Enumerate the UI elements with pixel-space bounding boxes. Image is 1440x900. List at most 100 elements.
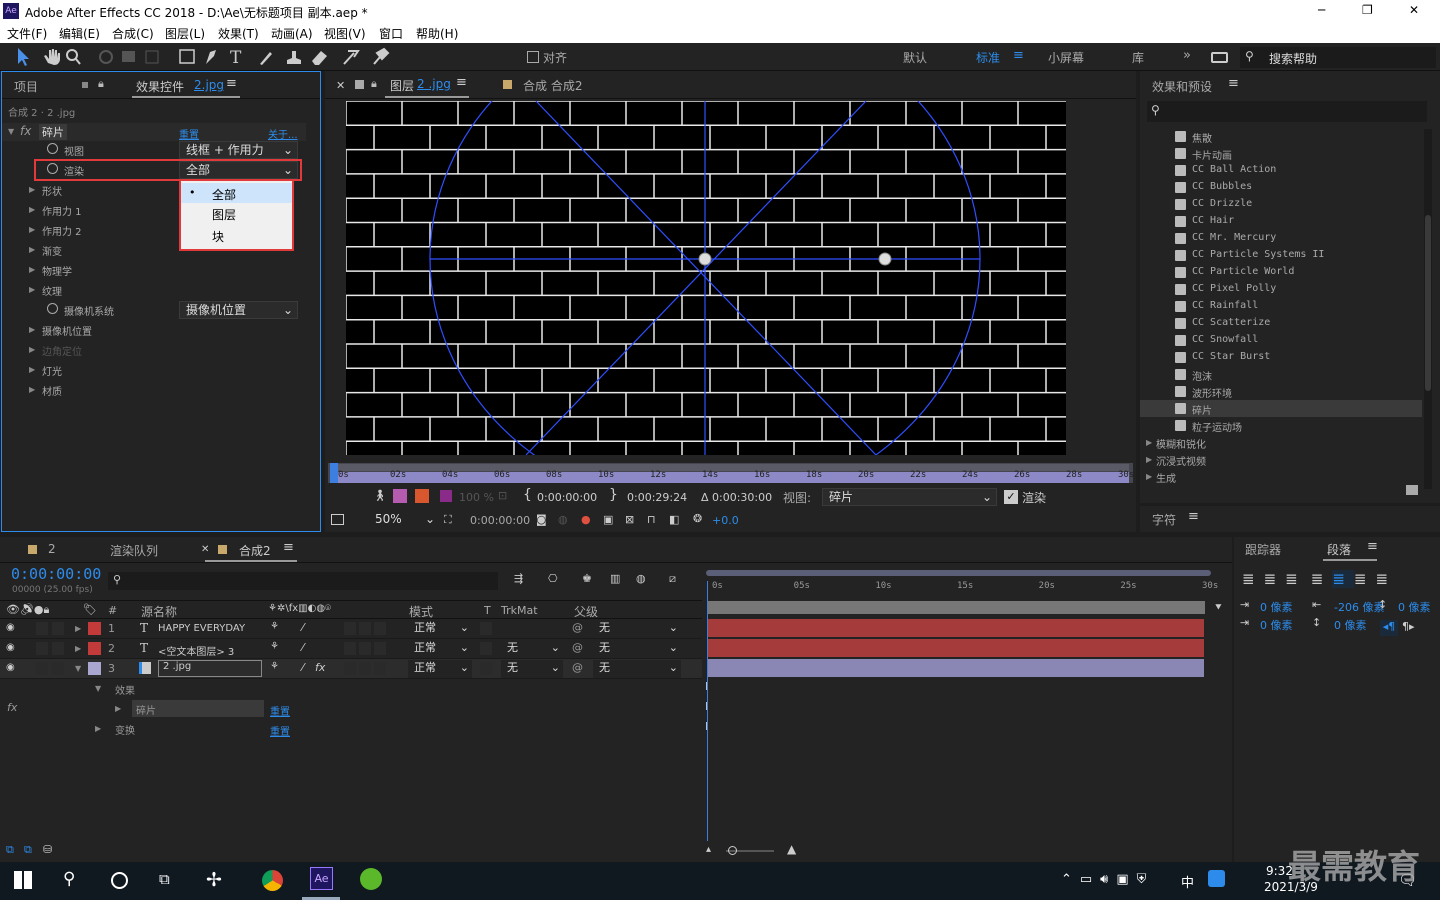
label-color-swatch[interactable] <box>88 622 101 635</box>
slider-thumb[interactable] <box>728 846 737 855</box>
effect-item[interactable]: 焦散 <box>1140 128 1422 145</box>
parent-dropdown[interactable]: 无 ⌄ <box>593 620 681 638</box>
in-point-icon[interactable]: { <box>523 487 532 503</box>
expand-group-icon[interactable]: ▶ <box>29 325 35 334</box>
comp-mini-flowchart-icon[interactable]: ⇶ <box>514 572 523 585</box>
force-2-handle[interactable] <box>878 252 892 266</box>
expand-effects-icon[interactable]: ▼ <box>95 684 101 693</box>
menu-animation[interactable]: 动画(A) <box>271 25 313 42</box>
show-snapshot-icon[interactable]: ◍ <box>558 513 568 526</box>
mask-visibility-icon[interactable]: ◧ <box>669 513 679 526</box>
property-row[interactable]: ▶ 变换 重置 <box>0 719 702 739</box>
tab-paragraph[interactable]: 段落 <box>1327 541 1351 558</box>
help-search[interactable]: ⚲ 搜索帮助 <box>1240 47 1436 68</box>
transparency-grid-icon[interactable]: ⊠ <box>625 513 634 526</box>
preserve-transparency-box[interactable] <box>480 622 492 635</box>
out-point-icon[interactable]: } <box>609 487 618 503</box>
layer-time-ruler[interactable]: 0s 02s 04s 06s 08s 10s 12s 14s 16s 18s 20s 22s 24s 26… <box>328 463 1134 483</box>
align-checkbox[interactable] <box>527 51 539 63</box>
prop-dropdown[interactable]: 线框 + 作用力 ⌄ <box>179 141 298 159</box>
expand-group-icon[interactable]: ▶ <box>29 225 35 234</box>
exposure-value[interactable]: +0.0 <box>712 514 739 527</box>
effect-item[interactable]: 卡片动画 <box>1140 145 1422 162</box>
stopwatch-icon[interactable] <box>47 303 58 314</box>
snapshot-icon[interactable]: ◙ <box>536 513 547 526</box>
in-out-columns-icon[interactable]: ⛁ <box>43 843 52 856</box>
effect-item[interactable]: 泡沫 <box>1140 366 1422 383</box>
reset-exposure-icon[interactable]: ❂ <box>693 512 702 525</box>
prop-dropdown[interactable]: 摄像机位置 ⌄ <box>179 301 298 319</box>
task-view-icon[interactable]: ⧉ <box>159 870 170 888</box>
fx-icon[interactable]: fx <box>20 124 31 138</box>
after-effects-taskbar-icon[interactable]: Ae <box>310 867 333 890</box>
timeline-zoom-slider[interactable] <box>726 846 774 855</box>
menu-help[interactable]: 帮助(H) <box>416 25 458 42</box>
panel-menu-icon[interactable]: ≡ <box>283 540 294 555</box>
current-time[interactable]: 0:00:00:00 <box>470 514 530 527</box>
ime-indicator[interactable]: 中 <box>1181 872 1194 891</box>
expand-group-icon[interactable]: ▶ <box>29 205 35 214</box>
transform-reset-link[interactable]: 重置 <box>270 723 290 738</box>
menu-view[interactable]: 视图(V) <box>324 25 366 42</box>
lock-icon[interactable]: 🔒︎ <box>98 77 104 91</box>
prop-row-1[interactable]: 视图 线框 + 作用力 ⌄ <box>2 140 306 160</box>
mode-dropdown[interactable]: 正常 ⌄ <box>408 620 472 638</box>
zoom-in-icon[interactable]: ▲ <box>787 842 796 856</box>
visibility-eye-icon[interactable]: ◉ <box>6 622 15 633</box>
parent-dropdown[interactable]: 无 ⌄ <box>593 660 681 678</box>
qq-icon[interactable] <box>1208 870 1225 887</box>
layer-bar-2[interactable] <box>708 639 1204 657</box>
tray-icons[interactable]: ⌃▭🔊︎▣⛨ <box>1061 872 1154 887</box>
chrome-icon[interactable] <box>262 870 283 891</box>
fx-icon[interactable]: fx <box>7 701 17 714</box>
effect-item[interactable]: CC Star Burst <box>1140 349 1422 366</box>
menu-window[interactable]: 窗口 <box>379 25 403 42</box>
shy-switch-icon[interactable]: ⚘ <box>270 641 279 652</box>
prop-row-12[interactable]: ▶ 灯光 <box>2 360 306 380</box>
channel-icon[interactable]: ● <box>581 513 591 526</box>
trkmat-dropdown[interactable]: 无 ⌄ <box>501 660 563 678</box>
zoom-dropdown[interactable]: 50% ⌄ <box>369 511 437 529</box>
effect-group[interactable]: ▶ 沉浸式视频 <box>1140 451 1422 468</box>
tab-project[interactable]: 项目 <box>14 78 38 95</box>
view-dropdown[interactable]: 碎片 ⌄ <box>822 488 997 506</box>
trim-icon[interactable]: ⊡ <box>498 489 507 502</box>
quality-switch-icon[interactable]: ⁄ <box>302 641 304 654</box>
rtl-direction-icon[interactable]: ¶▸ <box>1402 620 1415 633</box>
expand-group-icon[interactable]: ▶ <box>29 185 35 194</box>
workspace-more-button[interactable]: » <box>1183 48 1191 63</box>
shy-switch-icon[interactable]: ⚘ <box>270 661 279 672</box>
hide-shy-icon[interactable]: ♚ <box>582 572 592 585</box>
layer-row[interactable]: ◉ ▶ 1 T HAPPY EVERYDAY ⚘ ⁄ 正常 ⌄ @ 无 ⌄ <box>0 619 702 639</box>
justify-right-icon[interactable]: ≣ <box>1354 570 1376 588</box>
expand-layer-icon[interactable]: ▶ <box>75 644 81 653</box>
tab-effect-controls[interactable]: 效果控件 <box>136 78 184 95</box>
quality-switch-icon[interactable]: ⁄ <box>302 621 304 634</box>
layer-name[interactable]: 2 .jpg <box>158 660 262 677</box>
layer-row[interactable]: ◉ ▶ 2 T <空文本图层> 3 ⚘ ⁄ 正常 ⌄ 无 ⌄ @ 无 ⌄ <box>0 639 702 659</box>
shy-icon[interactable] <box>393 489 407 503</box>
effect-item[interactable]: CC Drizzle <box>1140 196 1422 213</box>
audio-toggle[interactable] <box>36 662 48 675</box>
layer-canvas[interactable] <box>346 101 1066 455</box>
menu-effect[interactable]: 效果(T) <box>218 25 259 42</box>
workspace-small-screen[interactable]: 小屏幕 <box>1048 49 1084 66</box>
effect-group[interactable]: ▶ 模糊和锐化 <box>1140 434 1422 451</box>
expand-shatter-icon[interactable]: ▶ <box>115 704 121 713</box>
tab-tracker[interactable]: 跟踪器 <box>1245 541 1281 558</box>
visibility-eye-icon[interactable]: ◉ <box>6 642 15 653</box>
draft-3d-icon[interactable]: ⎔ <box>548 572 558 585</box>
property-row[interactable]: ▼ 效果 <box>0 679 702 699</box>
render-option-layer[interactable]: 图层 <box>212 206 236 223</box>
expand-group-icon[interactable]: ▶ <box>29 245 35 254</box>
in-point-time[interactable]: 0:00:00:00 <box>537 491 597 504</box>
tab-layer[interactable]: 图层 <box>390 77 414 94</box>
first-line-value[interactable]: 0 像素 <box>1260 617 1293 633</box>
effect-item[interactable]: CC Particle World <box>1140 264 1422 281</box>
pick-whip-icon[interactable]: @ <box>572 621 583 634</box>
workspace-libraries[interactable]: 库 <box>1132 49 1144 66</box>
search-icon[interactable]: ⚲ <box>63 869 75 889</box>
tab-effect-controls-link[interactable]: 2.jpg <box>194 78 224 92</box>
align-right-icon[interactable]: ≣ <box>1285 570 1307 588</box>
tab-composition[interactable]: 合成 合成2 <box>523 77 582 94</box>
